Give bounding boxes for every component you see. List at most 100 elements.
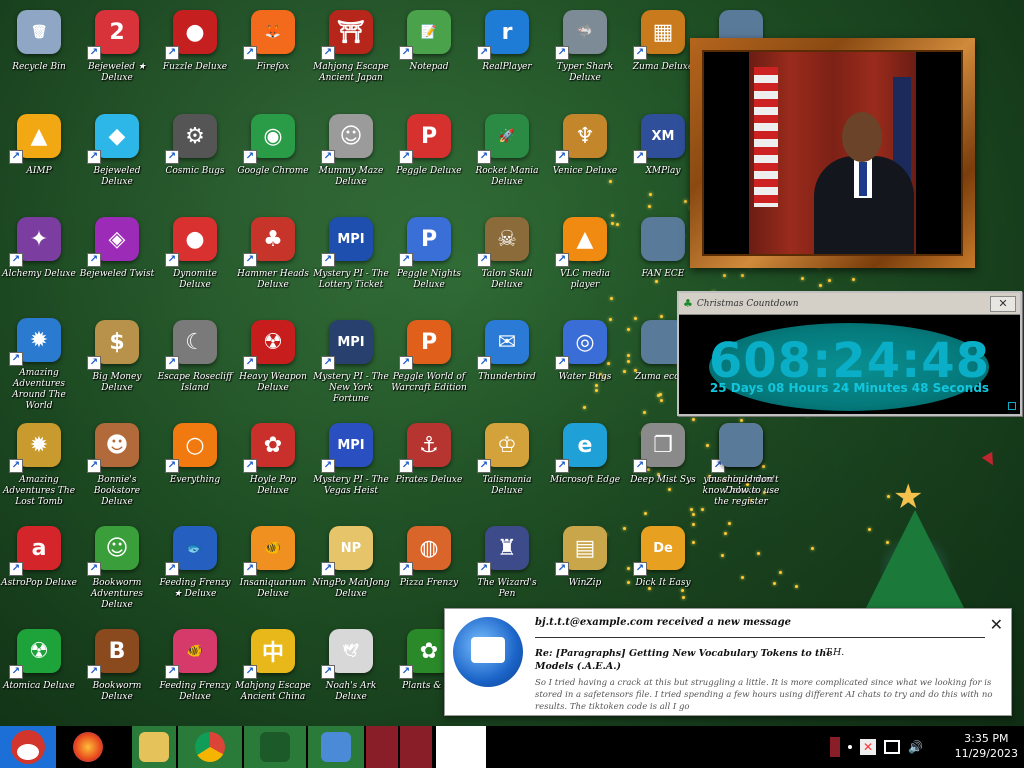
desktop-icon[interactable]: MPI ↗ Mystery PI - The Lottery Ticket [312,209,390,307]
taskbar-item-2[interactable] [400,726,432,768]
compass-icon: ✹ ↗ [9,318,63,366]
desktop-icon[interactable]: ⚙ ↗ Cosmic Bugs [156,106,234,204]
desktop-icon[interactable]: ✹ ↗ Amazing Adventures The Lost Tomb [0,415,78,513]
desktop-icon[interactable]: ✉ ↗ Thunderbird [468,312,546,410]
desktop-icon[interactable]: De ↗ Dick It Easy [624,518,702,616]
ladybug-icon: ✿ ↗ [243,421,297,473]
close-icon[interactable]: ✕ [990,615,1003,634]
smiley-icon [639,215,687,263]
radiation-icon: ☢ ↗ [243,318,297,370]
desktop-icon-label: Pirates Deluxe [395,475,463,485]
desktop-icon[interactable]: B ↗ Bookworm Deluxe [78,621,156,719]
desktop-icon[interactable]: 🐠 ↗ Feeding Frenzy Deluxe [156,621,234,719]
desktop-icon[interactable]: ◉ ↗ Google Chrome [234,106,312,204]
christmas-countdown-window[interactable]: ♣ Christmas Countdown ✕ 608:24:48 25 Day… [677,291,1022,416]
desktop-icon[interactable]: MPI ↗ Mystery PI - The Vegas Heist [312,415,390,513]
desktop-icon-label: Venice Deluxe [552,166,618,176]
desktop-icon[interactable]: 🚀 ↗ Rocket Mania Deluxe [468,106,546,204]
desktop-icon[interactable]: MPI ↗ Mystery PI - The New York Fortune [312,312,390,410]
shortcut-arrow-icon: ↗ [399,150,413,164]
desktop-icon[interactable]: ◈ ↗ Bejeweled Twist [78,209,156,307]
desktop-icon[interactable]: NP ↗ NingPo MahJong Deluxe [312,518,390,616]
countdown-titlebar[interactable]: ♣ Christmas Countdown ✕ [679,293,1020,315]
taskbar-chrome[interactable] [178,726,242,768]
taskbar-file-explorer[interactable] [132,726,176,768]
desktop-icon[interactable]: ▲ ↗ AIMP [0,106,78,204]
thunderbird-icon: ✉ ↗ [477,318,531,370]
desktop-icon[interactable]: ☾ ↗ Escape Rosecliff Island [156,312,234,410]
desktop-icon[interactable]: ○ ↗ Everything [156,415,234,513]
resize-grip[interactable] [1008,402,1016,410]
tray-item[interactable] [830,737,840,757]
desktop-icon-label: Water Bugs [558,372,612,382]
desktop-icon[interactable]: $ ↗ Big Money Deluxe [78,312,156,410]
desktop-icon[interactable]: 中 ↗ Mahjong Escape Ancient China [234,621,312,719]
desktop-icon[interactable]: ❐ ↗ Deep Mist Sys [624,415,702,513]
desktop-icon-label: Deep Mist Sys [630,475,696,485]
desktop-icon[interactable]: P ↗ Peggle Deluxe [390,106,468,204]
desktop-icon[interactable]: ◍ ↗ Pizza Frenzy [390,518,468,616]
desktop-icon[interactable]: 🕊 ↗ Noah's Ark Deluxe [312,621,390,719]
start-button[interactable] [0,726,56,768]
desktop-icon-label: Peggle Deluxe [396,166,462,176]
framed-photo-widget[interactable] [690,38,975,268]
ningpo-icon: NP ↗ [321,524,375,576]
network-error-icon[interactable]: ✕ [860,739,876,755]
desktop-icon[interactable]: ☢ ↗ Heavy Weapon Deluxe [234,312,312,410]
desktop-icon[interactable]: r ↗ RealPlayer [468,2,546,100]
desktop-icon[interactable]: ☺ ↗ Bookworm Adventures Deluxe [78,518,156,616]
desktop-icon[interactable]: ☢ ↗ Atomica Deluxe [0,621,78,719]
clock[interactable]: 3:35 PM 11/29/2023 [955,731,1018,761]
desktop-icon[interactable]: 📝 ↗ Notepad [390,2,468,100]
notification-subject: Re: [Paragraphs] Getting New Vocabulary … [535,648,833,672]
desktop-icon[interactable]: ☠ ↗ Talon Skull Deluxe [468,209,546,307]
shortcut-arrow-icon: ↗ [321,459,335,473]
desktop-icon[interactable]: ☻ ↗ Bonnie's Bookstore Deluxe [78,415,156,513]
desktop-icon[interactable]: P ↗ Peggle Nights Deluxe [390,209,468,307]
close-button[interactable]: ✕ [990,295,1016,312]
shortcut-arrow-icon: ↗ [399,356,413,370]
desktop-icon[interactable]: ● ↗ Fuzzle Deluxe [156,2,234,100]
desktop-icon[interactable]: ♜ ↗ The Wizard's Pen [468,518,546,616]
desktop-icon[interactable]: a ↗ AstroPop Deluxe [0,518,78,616]
desktop-icon[interactable]: 2 ↗ Bejeweled ★ Deluxe [78,2,156,100]
desktop-icon[interactable]: 🗑 Recycle Bin [0,2,78,100]
wizard-icon: ✦ ↗ [9,215,63,267]
desktop-icon[interactable]: 🐟 ↗ Feeding Frenzy ★ Deluxe [156,518,234,616]
desktop-icon[interactable]: ● ↗ Dynomite Deluxe [156,209,234,307]
desktop-icon[interactable]: ◎ ↗ Water Bugs [546,312,624,410]
desktop-icon[interactable]: ☺ ↗ Mummy Maze Deluxe [312,106,390,204]
taskbar-christmas-countdown[interactable] [244,726,306,768]
tree-icon [260,732,290,762]
desktop-icon[interactable]: ▲ ↗ VLC media player [546,209,624,307]
shortcut-arrow-icon: ↗ [165,459,179,473]
desktop-icon[interactable]: ⚓ ↗ Pirates Deluxe [390,415,468,513]
desktop-icon[interactable]: ♔ ↗ Talismania Deluxe [468,415,546,513]
desktop-icon[interactable]: ✦ ↗ Alchemy Deluxe [0,209,78,307]
desktop-icon[interactable]: ▤ ↗ WinZip [546,518,624,616]
taskbar-computer[interactable] [308,726,364,768]
desktop-icon[interactable]: ♣ ↗ Hammer Heads Deluxe [234,209,312,307]
desktop-icon[interactable]: ⛩ ↗ Mahjong Escape Ancient Japan [312,2,390,100]
taskbar-item-3[interactable] [436,726,486,768]
shortcut-arrow-icon: ↗ [321,150,335,164]
desktop-icon[interactable]: 🦊 ↗ Firefox [234,2,312,100]
desktop-icon[interactable]: ✹ ↗ Amazing Adventures Around The World [0,312,78,411]
desktop-icon-label: Talon Skull Deluxe [481,269,533,290]
desktop-icon[interactable]: e ↗ Microsoft Edge [546,415,624,513]
desktop-icon[interactable]: ✿ ↗ Hoyle Pop Deluxe [234,415,312,513]
desktop-icon[interactable]: ♆ ↗ Venice Deluxe [546,106,624,204]
desktop-icon[interactable]: ◆ ↗ Bejeweled Deluxe [78,106,156,204]
goldfish-icon: 🐠 ↗ [243,524,297,576]
email-notification[interactable]: bj.t.t.t@example.com received a new mess… [444,608,1012,716]
taskbar-item-1[interactable] [366,726,398,768]
network-icon[interactable] [884,740,900,754]
desktop-icon-partial[interactable]: you should don't know how to use the reg… [702,415,780,513]
taskbar-firefox[interactable] [66,726,110,768]
shortcut-arrow-icon: ↗ [165,665,179,679]
desktop-icon[interactable]: 🐠 ↗ Insaniquarium Deluxe [234,518,312,616]
bonnie-icon: ☻ ↗ [87,421,141,473]
volume-icon[interactable]: 🔊 [908,740,924,754]
desktop-icon[interactable]: P ↗ Peggle World of Warcraft Edition [390,312,468,410]
desktop-icon[interactable]: 🦈 ↗ Typer Shark Deluxe [546,2,624,100]
